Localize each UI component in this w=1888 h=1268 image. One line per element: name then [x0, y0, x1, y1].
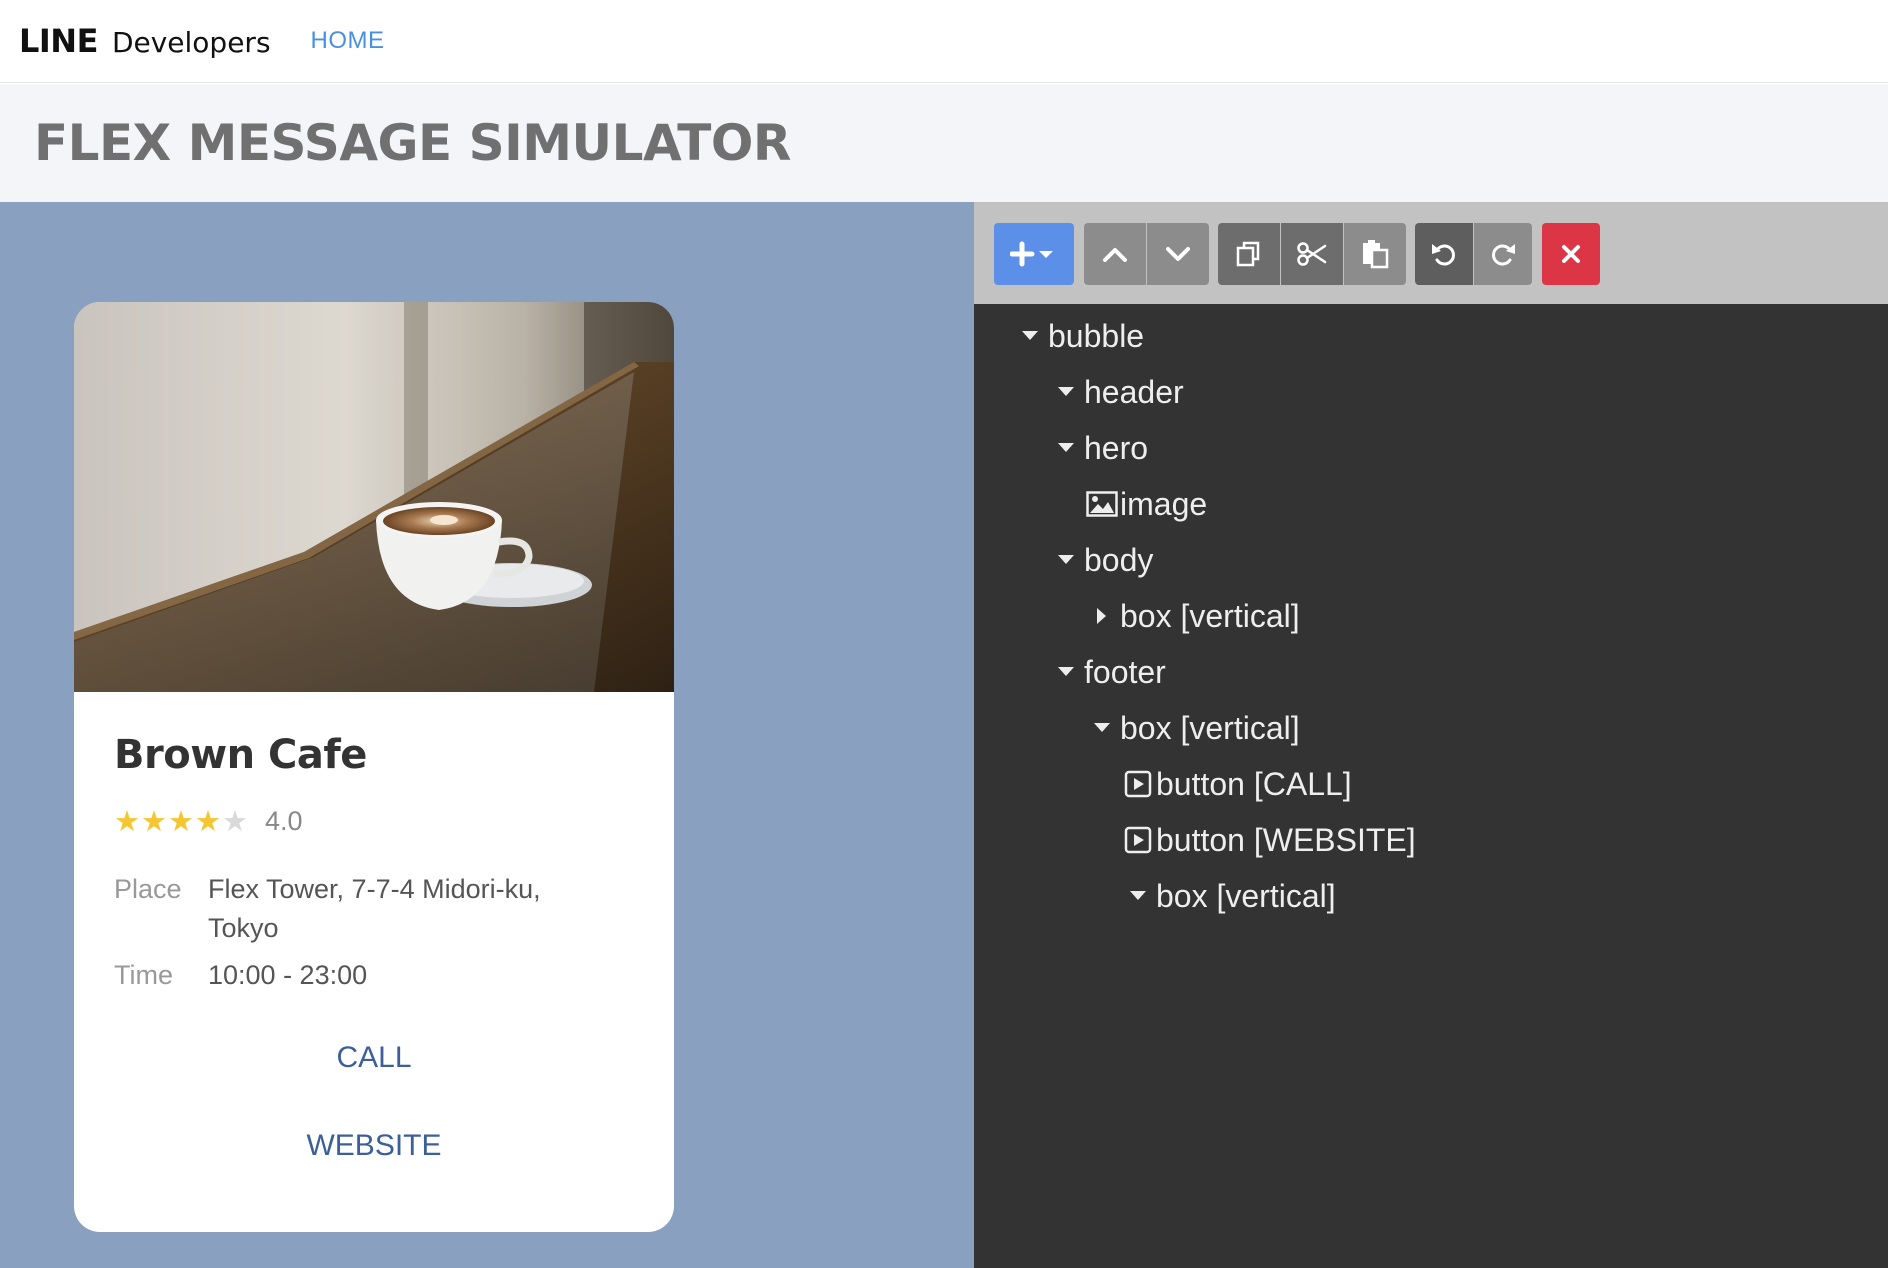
paste-icon: [1363, 240, 1389, 269]
move-down-button[interactable]: [1147, 223, 1209, 285]
tree-node-image[interactable]: image: [1084, 484, 1207, 524]
move-down-icon: [1166, 247, 1190, 261]
caret-down-icon[interactable]: [1120, 890, 1156, 902]
tree-node-button-call[interactable]: button [CALL]: [1120, 764, 1352, 804]
bubble-card: Brown Cafe ★ ★ ★ ★ ★ 4.0 Place Flex Towe…: [74, 302, 674, 1232]
caret-down-icon[interactable]: [1048, 554, 1084, 566]
paste-button[interactable]: [1344, 223, 1406, 285]
line-developers-logo[interactable]: LINE Developers: [19, 22, 271, 60]
call-button[interactable]: CALL: [74, 1014, 674, 1102]
nav-home-link[interactable]: HOME: [311, 27, 385, 55]
star-icon: ★: [168, 803, 194, 838]
logo-developers-text: Developers: [111, 26, 271, 59]
rating-row: ★ ★ ★ ★ ★ 4.0: [114, 804, 634, 838]
place-label: Place: [114, 874, 182, 904]
caret-right-icon[interactable]: [1084, 607, 1120, 625]
website-button[interactable]: WEBSITE: [74, 1102, 674, 1190]
caret-down-icon[interactable]: [1048, 386, 1084, 398]
star-icon: ★: [114, 803, 140, 838]
card-footer: CALL WEBSITE: [74, 1014, 674, 1232]
tree-node-footer-inner-box[interactable]: box [vertical]: [1120, 876, 1336, 916]
editor-panel: bubble header hero image body box [verti…: [974, 202, 1888, 1268]
place-value: Flex Tower, 7-7-4 Midori-ku, Tokyo: [208, 874, 541, 943]
tree-node-label: button [CALL]: [1156, 765, 1352, 802]
top-nav: LINE Developers HOME: [0, 0, 1888, 83]
coffee-cup-photo: [74, 302, 674, 692]
tree-node-header[interactable]: header: [1048, 372, 1184, 412]
delete-icon: [1562, 245, 1580, 263]
copy-icon: [1236, 241, 1260, 267]
redo-icon: [1492, 244, 1515, 266]
info-row-place: Place Flex Tower, 7-7-4 Midori-ku, Tokyo: [114, 870, 634, 948]
redo-button[interactable]: [1474, 223, 1532, 285]
editor-toolbar: [974, 202, 1888, 304]
tree-node-footer-box[interactable]: box [vertical]: [1084, 708, 1300, 748]
image-icon: [1084, 491, 1120, 517]
undo-icon: [1432, 244, 1455, 266]
tree-node-label: bubble: [1048, 317, 1145, 354]
tree-node-label: button [WEBSITE]: [1156, 821, 1416, 858]
tree-node-body-box[interactable]: box [vertical]: [1084, 596, 1300, 636]
undo-button[interactable]: [1415, 223, 1473, 285]
caret-down-icon[interactable]: [1084, 722, 1120, 734]
move-up-button[interactable]: [1084, 223, 1146, 285]
star-empty-icon: ★: [222, 803, 248, 838]
title-bar: FLEX MESSAGE SIMULATOR: [0, 84, 1888, 202]
caret-down-icon[interactable]: [1012, 330, 1048, 342]
star-icon: ★: [195, 803, 221, 838]
move-up-icon: [1103, 248, 1127, 262]
cut-button[interactable]: [1281, 223, 1343, 285]
star-icon: ★: [141, 803, 167, 838]
caret-down-icon[interactable]: [1048, 442, 1084, 454]
button-icon: [1120, 826, 1156, 854]
tree-node-label: body: [1084, 541, 1154, 578]
time-label: Time: [114, 960, 173, 990]
tree-node-label: image: [1120, 485, 1208, 522]
rating-value: 4.0: [265, 805, 303, 836]
tree-node-button-website[interactable]: button [WEBSITE]: [1120, 820, 1416, 860]
info-row-time: Time 10:00 - 23:00: [114, 956, 634, 995]
preview-panel: Brown Cafe ★ ★ ★ ★ ★ 4.0 Place Flex Towe…: [0, 202, 974, 1268]
tree-node-label: box [vertical]: [1120, 709, 1300, 746]
time-value: 10:00 - 23:00: [208, 960, 368, 990]
add-dropdown-icon: [1010, 241, 1053, 267]
tree-node-label: footer: [1084, 653, 1166, 690]
button-icon: [1120, 770, 1156, 798]
caret-down-icon[interactable]: [1048, 666, 1084, 678]
tree-node-hero[interactable]: hero: [1048, 428, 1148, 468]
tree-node-label: box [vertical]: [1156, 877, 1336, 914]
logo-line-text: LINE: [19, 22, 98, 60]
page-title: FLEX MESSAGE SIMULATOR: [34, 114, 791, 172]
tree-node-label: box [vertical]: [1120, 597, 1300, 634]
cut-icon: [1297, 242, 1327, 266]
copy-button[interactable]: [1218, 223, 1280, 285]
cafe-name: Brown Cafe: [114, 732, 367, 778]
add-component-button[interactable]: [994, 223, 1074, 285]
delete-button[interactable]: [1542, 223, 1600, 285]
card-body: Brown Cafe ★ ★ ★ ★ ★ 4.0 Place Flex Towe…: [74, 692, 674, 995]
hero-image: [74, 302, 674, 692]
info-list: Place Flex Tower, 7-7-4 Midori-ku, Tokyo…: [114, 870, 634, 995]
tree-node-footer[interactable]: footer: [1048, 652, 1166, 692]
tree-node-body[interactable]: body: [1048, 540, 1153, 580]
tree-node-bubble[interactable]: bubble: [1012, 316, 1144, 356]
tree-node-label: header: [1084, 373, 1184, 410]
tree-node-label: hero: [1084, 429, 1149, 466]
